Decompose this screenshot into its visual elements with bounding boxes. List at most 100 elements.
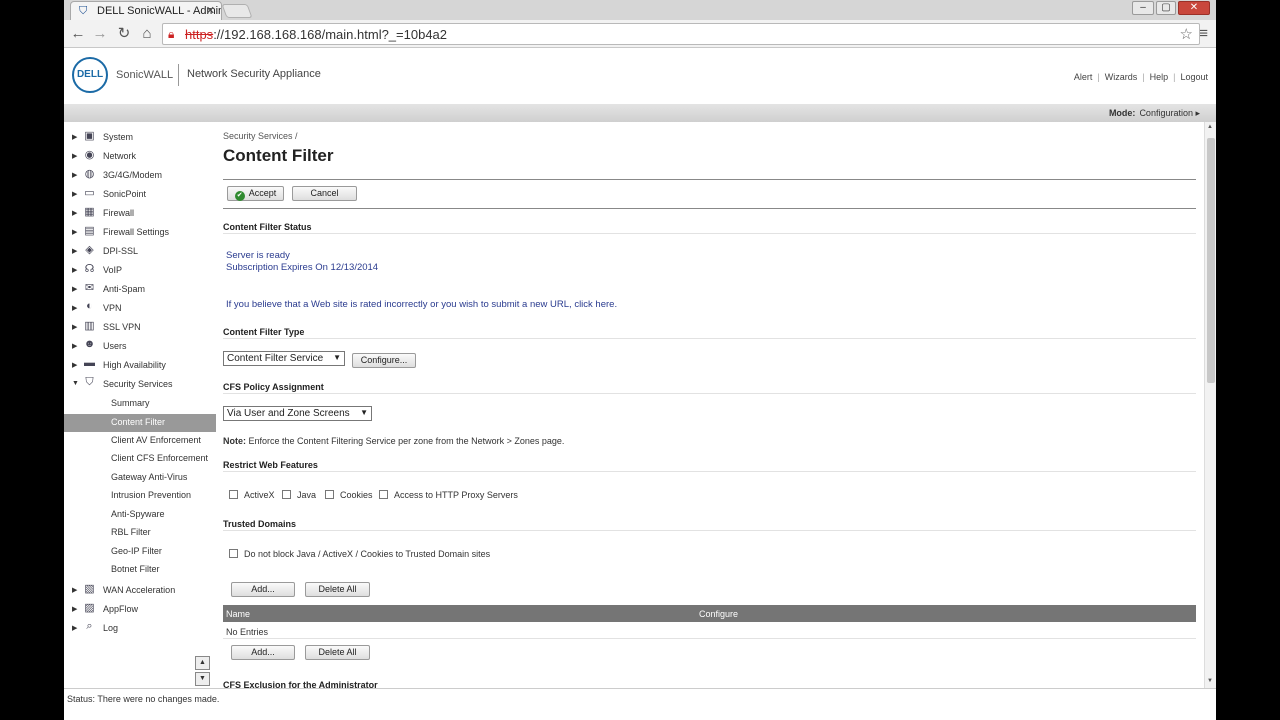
help-link[interactable]: Help bbox=[1150, 72, 1169, 82]
sidebar-item-users[interactable]: ▶ ☻ Users bbox=[64, 337, 216, 356]
submit-url-link[interactable]: If you believe that a Web site is rated … bbox=[226, 299, 617, 310]
ssl-vpn-icon: ▥ bbox=[84, 320, 95, 332]
scroll-down-icon[interactable]: ▼ bbox=[1207, 678, 1213, 684]
sidebar-item-vpn[interactable]: ▶ ◐ VPN bbox=[64, 299, 216, 318]
scrollbar-thumb[interactable] bbox=[1207, 138, 1215, 383]
sidebar-scroll-up-icon[interactable]: ▲ bbox=[195, 656, 210, 670]
sidebar-subitem-client-cfs[interactable]: Client CFS Enforcement bbox=[64, 450, 216, 468]
minimize-window-button[interactable]: – bbox=[1132, 1, 1154, 15]
expand-arrow-icon: ▶ bbox=[72, 172, 78, 179]
breadcrumb[interactable]: Security Services / bbox=[223, 131, 298, 141]
wizards-link[interactable]: Wizards bbox=[1105, 72, 1138, 82]
anti-spam-icon: ✉ bbox=[84, 282, 95, 294]
sidebar-item-label: SSL VPN bbox=[103, 322, 141, 332]
system-icon: ▣ bbox=[84, 130, 95, 142]
checkbox-label: ActiveX bbox=[244, 490, 275, 500]
tab-close-icon[interactable]: ✕ bbox=[206, 4, 215, 17]
sidebar-item-wan-acceleration[interactable]: ▶ ▧ WAN Acceleration bbox=[64, 581, 216, 600]
alert-link[interactable]: Alert bbox=[1074, 72, 1093, 82]
sidebar-subitem-client-av[interactable]: Client AV Enforcement bbox=[64, 432, 216, 450]
reload-icon[interactable]: ↻ bbox=[114, 24, 134, 44]
sidebar-item-sonicpoint[interactable]: ▶ ▭ SonicPoint bbox=[64, 185, 216, 204]
java-checkbox-row[interactable]: Java bbox=[282, 490, 316, 500]
sidebar-item-log[interactable]: ▶ ⌕ Log bbox=[64, 619, 216, 638]
sidebar-item-system[interactable]: ▶ ▣ System bbox=[64, 128, 216, 147]
scroll-up-icon[interactable]: ▲ bbox=[1207, 124, 1213, 130]
expand-arrow-icon: ▶ bbox=[72, 229, 78, 236]
filter-type-select[interactable]: Content Filter Service ▼ bbox=[223, 351, 345, 366]
section-title-exclusion: CFS Exclusion for the Administrator bbox=[223, 680, 378, 688]
sidebar-item-firewall[interactable]: ▶ ▦ Firewall bbox=[64, 204, 216, 223]
sidebar-item-network[interactable]: ▶ ◉ Network bbox=[64, 147, 216, 166]
dropdown-arrow-icon: ▼ bbox=[333, 353, 341, 362]
logout-link[interactable]: Logout bbox=[1180, 72, 1208, 82]
cookies-checkbox-row[interactable]: Cookies bbox=[325, 490, 373, 500]
maximize-window-button[interactable]: ▢ bbox=[1156, 1, 1176, 15]
browser-menu-icon[interactable]: ≡ bbox=[1199, 25, 1208, 42]
checkbox-label: Access to HTTP Proxy Servers bbox=[394, 490, 518, 500]
expand-arrow-icon: ▶ bbox=[72, 362, 78, 369]
main-scrollbar[interactable]: ▲ ▼ bbox=[1204, 122, 1216, 688]
accept-button[interactable]: ✔ Accept bbox=[227, 186, 284, 201]
forward-arrow-icon[interactable]: → bbox=[90, 24, 110, 44]
sidebar-subitem-label: RBL Filter bbox=[111, 527, 151, 537]
configure-button[interactable]: Configure... bbox=[352, 353, 416, 368]
tab-strip: ⛉ DELL SonicWALL - Admin ✕ – ▢ ✕ bbox=[64, 0, 1216, 20]
sidebar-subitem-geo-ip-filter[interactable]: Geo-IP Filter bbox=[64, 543, 216, 561]
sidebar-item-voip[interactable]: ▶ ☊ VoIP bbox=[64, 261, 216, 280]
activex-checkbox-row[interactable]: ActiveX bbox=[229, 490, 275, 500]
voip-icon: ☊ bbox=[84, 263, 95, 275]
sidebar-item-appflow[interactable]: ▶ ▨ AppFlow bbox=[64, 600, 216, 619]
sidebar-subitem-intrusion-prevention[interactable]: Intrusion Prevention bbox=[64, 487, 216, 505]
policy-assignment-select[interactable]: Via User and Zone Screens ▼ bbox=[223, 406, 372, 421]
trusted-domain-checkbox-row[interactable]: Do not block Java / ActiveX / Cookies to… bbox=[229, 549, 490, 559]
sidebar-subitem-label: Geo-IP Filter bbox=[111, 546, 162, 556]
activex-checkbox[interactable] bbox=[229, 490, 238, 499]
section-divider bbox=[223, 233, 1196, 234]
sidebar-item-label: WAN Acceleration bbox=[103, 585, 176, 595]
new-tab-button[interactable] bbox=[221, 4, 253, 18]
sidebar-item-firewall-settings[interactable]: ▶ ▤ Firewall Settings bbox=[64, 223, 216, 242]
network-icon: ◉ bbox=[84, 149, 95, 161]
users-icon: ☻ bbox=[83, 338, 96, 350]
sidebar-scroll-down-icon[interactable]: ▼ bbox=[195, 672, 210, 686]
sidebar-item-label: Log bbox=[103, 623, 119, 633]
app-header: DELL SonicWALL Network Security Applianc… bbox=[64, 48, 1216, 104]
address-bar[interactable]: 🔒︎ https://192.168.168.168/main.html?_=1… bbox=[162, 23, 1200, 45]
policy-assignment-value: Via User and Zone Screens bbox=[227, 408, 350, 419]
mode-selector[interactable]: Mode: Configuration ▸ bbox=[1109, 108, 1200, 119]
cookies-checkbox[interactable] bbox=[325, 490, 334, 499]
back-arrow-icon[interactable]: ← bbox=[68, 24, 88, 44]
browser-tab[interactable]: ⛉ DELL SonicWALL - Admin ✕ bbox=[70, 1, 222, 20]
sidebar-subitem-gateway-av[interactable]: Gateway Anti-Virus bbox=[64, 469, 216, 487]
section-divider bbox=[223, 530, 1196, 531]
sidebar-item-dpi-ssl[interactable]: ▶ ◈ DPI-SSL bbox=[64, 242, 216, 261]
expand-arrow-icon: ▶ bbox=[72, 305, 78, 312]
delete-all-button[interactable]: Delete All bbox=[305, 582, 370, 597]
expand-arrow-icon: ▶ bbox=[72, 286, 78, 293]
sidebar-item-label: Firewall bbox=[103, 208, 135, 218]
proxy-checkbox[interactable] bbox=[379, 490, 388, 499]
cancel-button[interactable]: Cancel bbox=[292, 186, 357, 201]
close-window-button[interactable]: ✕ bbox=[1178, 1, 1210, 15]
sidebar-subitem-anti-spyware[interactable]: Anti-Spyware bbox=[64, 506, 216, 524]
delete-all-button-bottom[interactable]: Delete All bbox=[305, 645, 370, 660]
add-button-bottom[interactable]: Add... bbox=[231, 645, 295, 660]
sidebar-item-ssl-vpn[interactable]: ▶ ▥ SSL VPN bbox=[64, 318, 216, 337]
home-icon[interactable]: ⌂ bbox=[137, 24, 157, 44]
sidebar-subitem-content-filter[interactable]: Content Filter bbox=[64, 414, 216, 432]
sidebar-item-security-services[interactable]: ▼ ⛉ Security Services bbox=[64, 375, 216, 394]
proxy-checkbox-row[interactable]: Access to HTTP Proxy Servers bbox=[379, 490, 518, 500]
expand-arrow-icon: ▶ bbox=[72, 343, 78, 350]
trusted-domain-checkbox[interactable] bbox=[229, 549, 238, 558]
sidebar-subitem-rbl-filter[interactable]: RBL Filter bbox=[64, 524, 216, 542]
sidebar-item-high-availability[interactable]: ▶ ▬ High Availability bbox=[64, 356, 216, 375]
java-checkbox[interactable] bbox=[282, 490, 291, 499]
bookmark-star-icon[interactable]: ☆ bbox=[1180, 25, 1193, 43]
section-title-policy: CFS Policy Assignment bbox=[223, 382, 324, 392]
add-button[interactable]: Add... bbox=[231, 582, 295, 597]
sidebar-subitem-summary[interactable]: Summary bbox=[64, 395, 216, 413]
sidebar-item-modem[interactable]: ▶ ◍ 3G/4G/Modem bbox=[64, 166, 216, 185]
sidebar-subitem-botnet-filter[interactable]: Botnet Filter bbox=[64, 561, 216, 579]
sidebar-item-anti-spam[interactable]: ▶ ✉ Anti-Spam bbox=[64, 280, 216, 299]
